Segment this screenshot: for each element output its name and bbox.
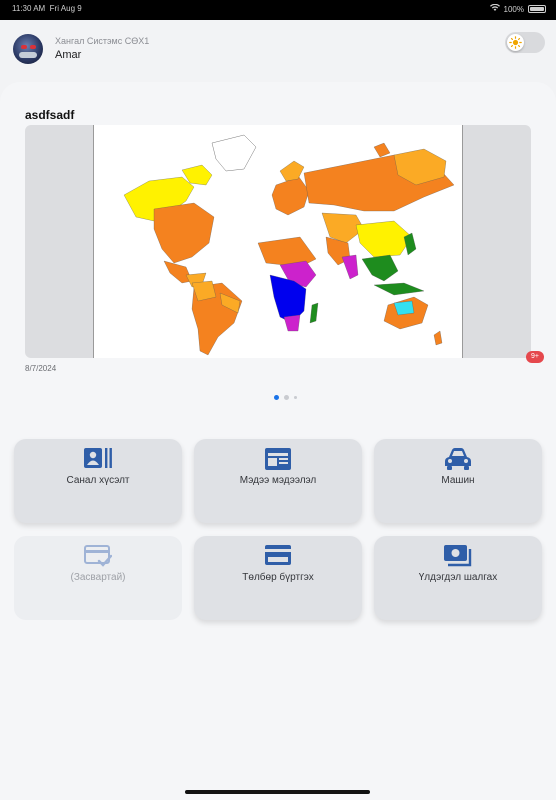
tile-label: (Засвартай)	[70, 572, 126, 583]
car-icon	[374, 447, 542, 471]
world-map-image	[93, 125, 463, 358]
carousel-dot-2[interactable]	[284, 395, 289, 400]
theme-toggle[interactable]	[505, 32, 545, 53]
card-check-icon	[14, 544, 182, 568]
tile-label: Машин	[441, 475, 475, 486]
car-notification-badge: 9+	[526, 351, 544, 363]
tile-label: Төлбөр бүртгэх	[242, 572, 314, 583]
money-stack-icon	[374, 544, 542, 568]
tile-car[interactable]: Машин	[374, 439, 542, 523]
home-indicator[interactable]	[185, 790, 370, 794]
tile-feedback[interactable]: Санал хүсэлт	[14, 439, 182, 523]
wifi-icon	[489, 3, 500, 14]
carousel-dot-1[interactable]	[274, 395, 279, 400]
credit-card-icon	[194, 544, 362, 566]
news-image-frame[interactable]	[25, 125, 531, 358]
user-name: Amar	[55, 49, 82, 61]
tile-label: Мэдээ мэдээлэл	[239, 475, 317, 486]
tile-label: Үлдэгдэл шалгах	[418, 572, 498, 583]
status-right: 100%	[489, 3, 546, 14]
status-bar: 11:30 AM Fri Aug 9 100%	[0, 0, 556, 20]
contact-card-icon	[14, 447, 182, 469]
sun-icon	[507, 34, 524, 51]
company-name: Хангал Систэмс СӨХ1	[55, 36, 150, 46]
tile-balance[interactable]: Үлдэгдэл шалгах	[374, 536, 542, 620]
tile-news[interactable]: Мэдээ мэдээлэл	[194, 439, 362, 523]
tile-payment[interactable]: Төлбөр бүртгэх	[194, 536, 362, 620]
avatar[interactable]	[13, 34, 43, 64]
status-time: 11:30 AM Fri Aug 9	[12, 4, 82, 13]
news-title: asdfsadf	[25, 108, 75, 122]
carousel-indicator[interactable]	[274, 395, 297, 400]
battery-icon	[528, 5, 546, 13]
carousel-dot-3[interactable]	[294, 396, 297, 399]
battery-percent: 100%	[503, 4, 524, 14]
newspaper-icon	[194, 447, 362, 471]
tile-under-repair: (Засвартай)	[14, 536, 182, 620]
app-header: Хангал Систэмс СӨХ1 Amar	[0, 20, 556, 82]
tile-label: Санал хүсэлт	[66, 475, 130, 486]
news-date: 8/7/2024	[25, 364, 57, 373]
